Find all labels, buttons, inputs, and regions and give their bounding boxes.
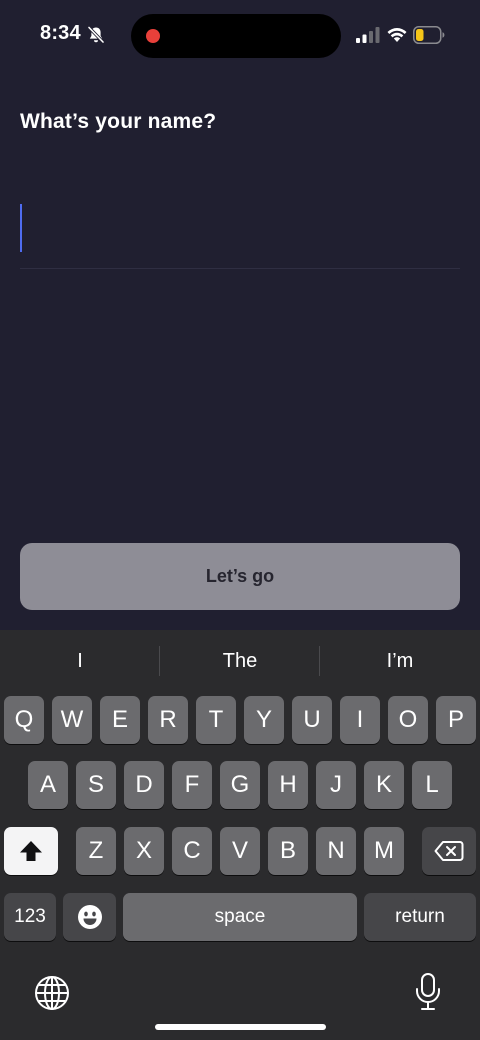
key-j[interactable]: J <box>316 761 356 809</box>
globe-icon[interactable] <box>33 974 71 1012</box>
key-c[interactable]: C <box>172 827 212 875</box>
key-b[interactable]: B <box>268 827 308 875</box>
key-t[interactable]: T <box>196 696 236 744</box>
status-bar: 8:34 <box>0 0 480 72</box>
numbers-key[interactable]: 123 <box>4 893 56 941</box>
suggestion-3[interactable]: I’m <box>320 630 480 692</box>
key-l[interactable]: L <box>412 761 452 809</box>
suggestion-2[interactable]: The <box>160 630 320 692</box>
key-v[interactable]: V <box>220 827 260 875</box>
keyboard: I The I’m Q W E R T Y U I O P A S D F G … <box>0 630 480 1040</box>
dynamic-island <box>131 14 341 58</box>
key-e[interactable]: E <box>100 696 140 744</box>
battery-low-icon <box>413 26 445 44</box>
backspace-key[interactable] <box>422 827 476 875</box>
shift-key[interactable] <box>4 827 58 875</box>
key-p[interactable]: P <box>436 696 476 744</box>
key-f[interactable]: F <box>172 761 212 809</box>
text-caret <box>20 204 22 252</box>
key-q[interactable]: Q <box>4 696 44 744</box>
shift-icon <box>20 841 42 861</box>
key-r[interactable]: R <box>148 696 188 744</box>
key-d[interactable]: D <box>124 761 164 809</box>
recording-dot-icon <box>146 29 160 43</box>
key-y[interactable]: Y <box>244 696 284 744</box>
suggestion-bar: I The I’m <box>0 630 480 692</box>
space-key[interactable]: space <box>123 893 357 941</box>
key-u[interactable]: U <box>292 696 332 744</box>
home-indicator[interactable] <box>155 1024 326 1030</box>
key-z[interactable]: Z <box>76 827 116 875</box>
key-a[interactable]: A <box>28 761 68 809</box>
wifi-icon <box>387 28 407 42</box>
name-input[interactable] <box>20 194 460 260</box>
key-k[interactable]: K <box>364 761 404 809</box>
cellular-signal-icon <box>356 27 380 43</box>
key-g[interactable]: G <box>220 761 260 809</box>
microphone-icon[interactable] <box>414 972 442 1012</box>
status-time: 8:34 <box>40 22 81 44</box>
lets-go-button[interactable]: Let’s go <box>20 543 460 610</box>
key-o[interactable]: O <box>388 696 428 744</box>
key-h[interactable]: H <box>268 761 308 809</box>
page-title: What’s your name? <box>20 110 217 133</box>
key-w[interactable]: W <box>52 696 92 744</box>
key-x[interactable]: X <box>124 827 164 875</box>
emoji-icon <box>77 905 102 929</box>
bell-slash-icon <box>87 26 105 44</box>
suggestion-1[interactable]: I <box>0 630 160 692</box>
return-key[interactable]: return <box>364 893 476 941</box>
emoji-key[interactable] <box>63 893 116 941</box>
key-s[interactable]: S <box>76 761 116 809</box>
key-m[interactable]: M <box>364 827 404 875</box>
key-n[interactable]: N <box>316 827 356 875</box>
backspace-icon <box>434 841 464 861</box>
name-field[interactable] <box>20 194 460 269</box>
key-i[interactable]: I <box>340 696 380 744</box>
